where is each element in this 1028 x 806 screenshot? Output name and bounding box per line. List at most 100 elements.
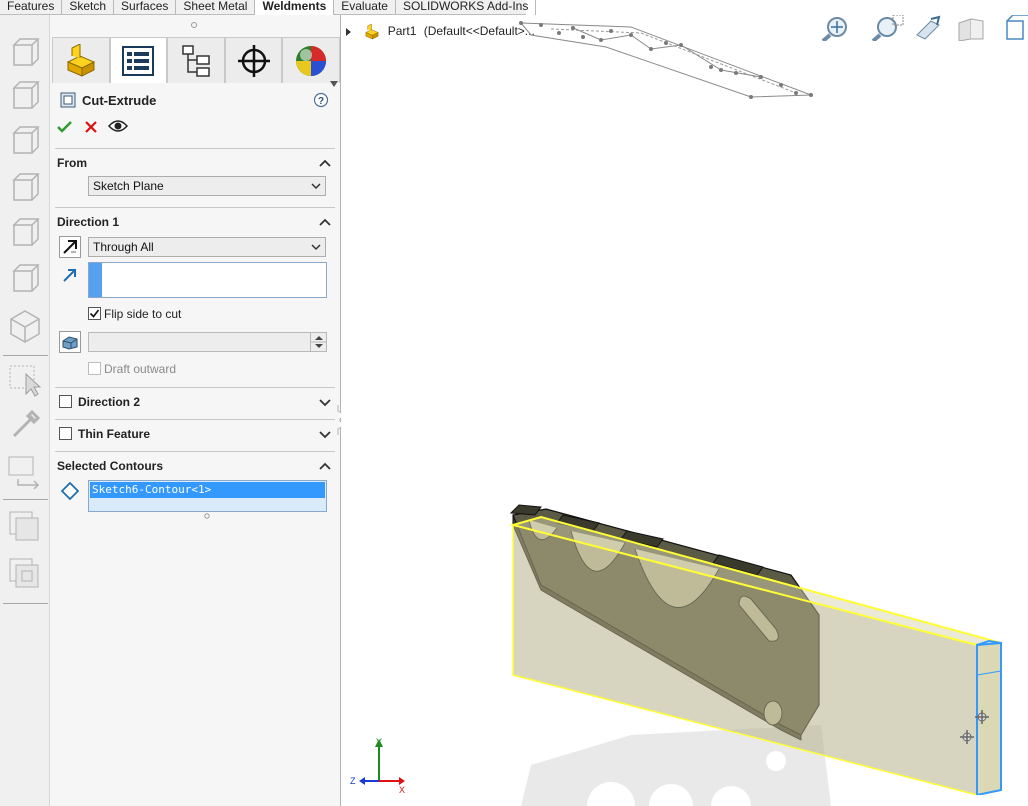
chevron-up-icon[interactable] xyxy=(319,158,331,168)
thin-feature-checkbox[interactable] xyxy=(59,427,72,440)
preview-eye-icon[interactable] xyxy=(108,119,128,133)
tab-property-manager[interactable] xyxy=(109,37,168,83)
zoom-to-fit-icon[interactable] xyxy=(821,17,847,41)
from-start-condition-select[interactable]: Sketch Plane xyxy=(88,176,326,196)
tab-solidworks-add-ins[interactable]: SOLIDWORKS Add-Ins xyxy=(396,0,537,15)
selected-contours-list[interactable]: Sketch6-Contour<1> xyxy=(88,480,327,512)
manager-tabs xyxy=(52,37,340,83)
part-model[interactable] xyxy=(501,495,1021,795)
part-name: Part1 xyxy=(387,24,417,39)
cut-extrude-icon xyxy=(60,92,76,108)
toolbar-separator xyxy=(3,603,48,604)
tab-configuration-manager[interactable] xyxy=(167,37,225,83)
graphics-area[interactable]: Part1 (Default<<Default>... Y X Z xyxy=(341,15,1028,806)
chevron-up-icon[interactable] xyxy=(319,217,331,227)
cube-view-left-icon[interactable] xyxy=(6,123,44,161)
feature-tree-root[interactable]: Part1 (Default<<Default>... xyxy=(345,23,535,40)
previous-view-icon[interactable] xyxy=(916,15,941,40)
property-manager: Cut-Extrude ? From Sketch Plane Directio… xyxy=(50,15,346,806)
tab-display-manager[interactable] xyxy=(282,37,340,83)
reference-triad: Y X Z xyxy=(350,737,405,795)
cube-view-top-icon[interactable] xyxy=(6,215,44,253)
expand-arrow-icon[interactable] xyxy=(345,27,353,37)
contour-diamond-icon xyxy=(61,482,79,500)
spin-buttons[interactable] xyxy=(310,333,327,351)
reverse-direction-icon[interactable] xyxy=(59,236,81,258)
direction2-checkbox[interactable] xyxy=(59,395,72,408)
section-direction2-label: Direction 2 xyxy=(78,395,141,409)
section-direction1-header[interactable]: Direction 1 xyxy=(57,212,335,232)
panel-resize-grip-icon[interactable] xyxy=(190,21,198,29)
triad-y-label: Y xyxy=(376,737,382,747)
draft-outward-checkbox[interactable] xyxy=(88,362,101,375)
tab-sheet-metal[interactable]: Sheet Metal xyxy=(176,0,256,15)
chevron-down-icon xyxy=(311,183,321,190)
select-icon[interactable] xyxy=(6,360,44,398)
crosshair-icon xyxy=(237,44,270,77)
sketch-wireframe xyxy=(519,21,813,99)
end-condition-select[interactable]: Through All xyxy=(88,237,326,257)
section-direction1-label: Direction 1 xyxy=(57,215,120,229)
list-resize-grip-icon[interactable] xyxy=(203,512,211,520)
paste-icon[interactable] xyxy=(6,555,44,593)
flip-side-to-cut-checkbox[interactable] xyxy=(88,307,101,320)
toolbar-separator xyxy=(3,355,48,356)
help-icon[interactable]: ? xyxy=(313,92,329,108)
spin-arrows-icon xyxy=(311,336,327,348)
section-direction2-header[interactable]: Direction 2 xyxy=(78,392,335,412)
property-list-icon xyxy=(122,45,155,76)
section-thin-feature-header[interactable]: Thin Feature xyxy=(78,424,335,444)
move-icon[interactable] xyxy=(6,453,44,491)
cube-view-isometric-icon[interactable] xyxy=(6,307,44,345)
section-divider xyxy=(55,387,335,388)
chevron-up-icon[interactable] xyxy=(319,461,331,471)
chevron-down-icon[interactable] xyxy=(319,429,331,439)
section-selected-contours-header[interactable]: Selected Contours xyxy=(57,456,335,476)
selection-box-active-indicator xyxy=(89,263,102,297)
section-selected-contours-label: Selected Contours xyxy=(57,459,164,473)
copy-icon[interactable] xyxy=(6,508,44,546)
cube-view-right-icon[interactable] xyxy=(6,170,44,208)
view-orientation-icon[interactable] xyxy=(1006,15,1028,40)
chevron-down-icon xyxy=(311,244,321,251)
triad-z-label: Z xyxy=(350,776,356,786)
cube-view-front-icon[interactable] xyxy=(6,35,44,73)
triad-x-label: X xyxy=(399,785,405,795)
section-divider xyxy=(55,207,335,208)
cancel-x-icon[interactable] xyxy=(85,121,97,133)
section-thin-feature-label: Thin Feature xyxy=(78,427,151,441)
tab-feature-manager[interactable] xyxy=(52,37,110,83)
section-divider xyxy=(55,451,335,452)
list-item[interactable]: Sketch6-Contour<1> xyxy=(90,482,325,498)
tools-icon[interactable] xyxy=(6,406,44,444)
direction-of-extrusion-field[interactable] xyxy=(88,262,327,298)
part-icon xyxy=(365,23,380,40)
section-divider xyxy=(55,148,335,149)
draft-on-off-icon[interactable] xyxy=(59,331,81,353)
section-from-header[interactable]: From xyxy=(57,153,335,173)
tab-surfaces[interactable]: Surfaces xyxy=(114,0,177,15)
draft-angle-spinbox[interactable] xyxy=(88,332,327,352)
tab-evaluate[interactable]: Evaluate xyxy=(334,0,396,15)
tab-dimxpert-manager[interactable] xyxy=(224,37,283,83)
cube-view-back-icon[interactable] xyxy=(6,78,44,116)
flip-side-to-cut-label: Flip side to cut xyxy=(104,307,182,321)
draft-outward-label: Draft outward xyxy=(104,362,177,376)
section-divider xyxy=(55,419,335,420)
tab-weldments[interactable]: Weldments xyxy=(255,0,335,15)
configuration-tree-icon xyxy=(182,44,210,77)
ok-checkmark-icon[interactable] xyxy=(57,120,72,134)
direction-vector-icon xyxy=(63,269,76,282)
tab-overflow-icon[interactable] xyxy=(330,81,338,87)
cube-view-bottom-icon[interactable] xyxy=(6,261,44,299)
view-toolbar xyxy=(0,15,50,806)
feature-title: Cut-Extrude xyxy=(82,93,157,108)
tab-sketch[interactable]: Sketch xyxy=(62,0,115,15)
heads-up-view-toolbar xyxy=(821,15,1028,41)
zoom-to-area-icon[interactable] xyxy=(871,15,904,41)
toolbar-separator xyxy=(3,499,48,500)
svg-text:?: ? xyxy=(318,96,324,107)
section-view-icon[interactable] xyxy=(958,18,984,41)
chevron-down-icon[interactable] xyxy=(319,397,331,407)
tab-features[interactable]: Features xyxy=(0,0,63,15)
